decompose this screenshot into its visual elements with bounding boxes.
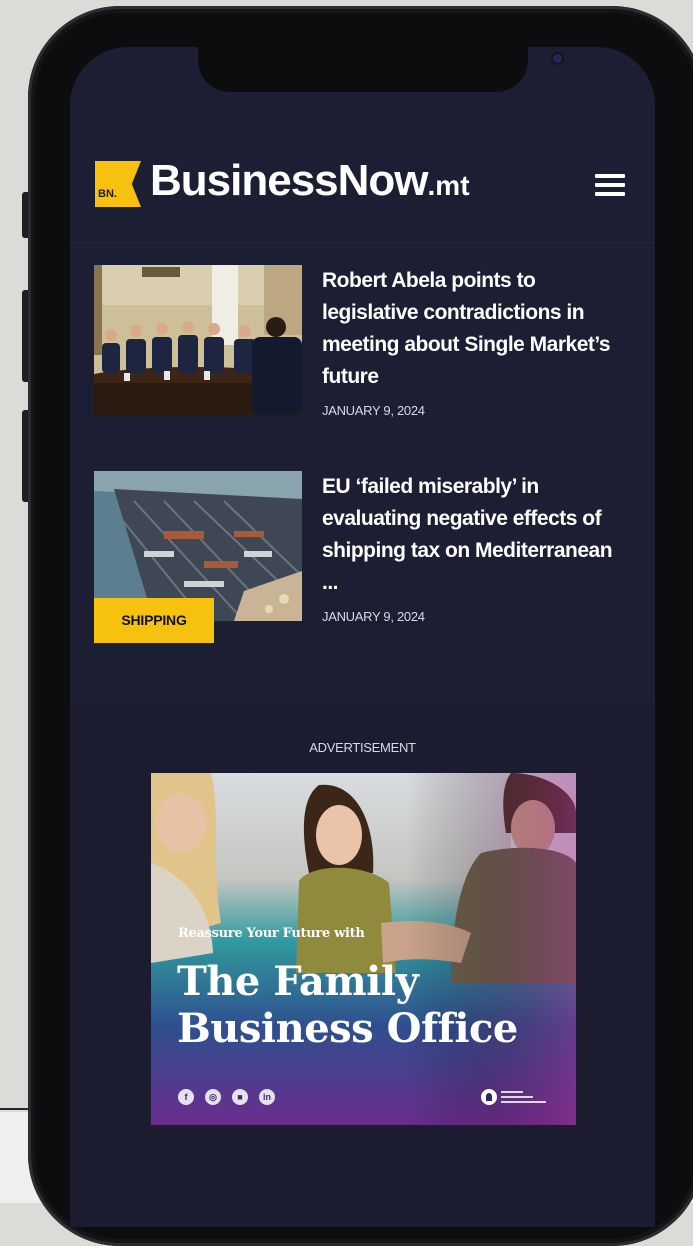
ad-tagline: Reassure Your Future with: [178, 926, 365, 941]
logo-tld: .mt: [427, 170, 470, 201]
logo-badge-text: BN.: [98, 188, 117, 200]
phone-screen: BN. BusinessNow.mt Robert Abela points t…: [70, 47, 655, 1227]
article-thumbnail[interactable]: [94, 265, 302, 415]
category-badge-shipping[interactable]: SHIPPING: [94, 598, 214, 643]
article-card[interactable]: SHIPPING EU ‘failed miserably’ in evalua…: [94, 471, 634, 646]
article-date: JANUARY 9, 2024: [322, 609, 425, 624]
ad-brand-wordmark: [501, 1091, 546, 1106]
ad-headline: The Family Business Office: [177, 958, 518, 1052]
hamburger-menu-icon[interactable]: [595, 174, 625, 196]
logo-name: BusinessNow: [150, 156, 429, 205]
phone-notch: [198, 47, 562, 92]
advertisement-label: ADVERTISEMENT: [309, 740, 416, 755]
logo-badge: BN.: [95, 161, 141, 207]
article-card[interactable]: Robert Abela points to legislative contr…: [94, 265, 634, 440]
instagram-icon[interactable]: ◎: [205, 1089, 221, 1105]
advertisement-banner[interactable]: Reassure Your Future with The Family Bus…: [151, 773, 576, 1125]
advertisement-section: ADVERTISEMENT Reassure Your Future with …: [70, 702, 655, 1227]
article-date: JANUARY 9, 2024: [322, 403, 425, 418]
site-header: BN. BusinessNow.mt: [70, 142, 655, 243]
facebook-icon[interactable]: f: [178, 1089, 194, 1105]
camera-icon: [553, 54, 562, 63]
article-title[interactable]: EU ‘failed miserably’ in evaluating nega…: [322, 471, 622, 599]
ad-brand-logo-icon: [481, 1089, 497, 1105]
ad-social-icons: f ◎ ■ in: [178, 1089, 275, 1105]
linkedin-icon[interactable]: in: [259, 1089, 275, 1105]
web-icon[interactable]: ■: [232, 1089, 248, 1105]
logo-wordmark: BusinessNow.mt: [150, 156, 470, 206]
article-title[interactable]: Robert Abela points to legislative contr…: [322, 265, 622, 393]
